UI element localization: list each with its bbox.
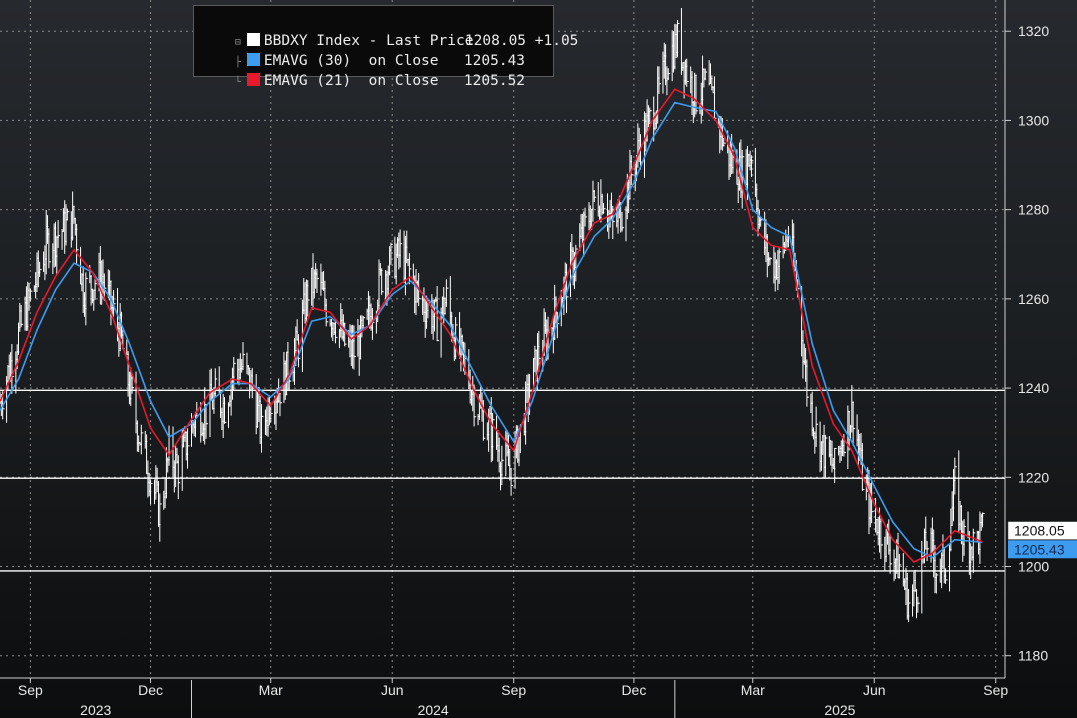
ema-line: [0, 88, 983, 563]
ema-line: [0, 101, 983, 559]
legend-label: EMAVG (21) on Close: [263, 73, 439, 89]
tree-branch-icon: └: [234, 77, 241, 88]
last-ema-label: 1205.43: [1008, 540, 1077, 559]
x-tick-label: Mar: [741, 682, 765, 698]
y-tick-label: 1180: [1018, 648, 1048, 664]
legend-change: +1.05: [534, 33, 579, 49]
x-tick-label: Jun: [381, 682, 404, 698]
chart: 1180 1200 1220 1240 1260 1280 1300 1320 Sep Dec Ma…: [0, 0, 1077, 718]
last-price-label: 1208.05: [1007, 521, 1077, 540]
x-tick-label: Mar: [259, 682, 283, 698]
y-tick-label: 1300: [1018, 112, 1049, 128]
x-tick-label: Sep: [983, 682, 1008, 698]
legend-swatch: [246, 73, 260, 86]
legend-value: 1205.52: [463, 73, 526, 89]
label-text: 1205.43: [1014, 541, 1065, 557]
legend-item-price: ⊟ BBDXY Index - Last Price1208.05 +1.05: [200, 11, 578, 49]
y-tick-label: 1200: [1018, 558, 1049, 574]
x-tick-label: Dec: [138, 682, 163, 698]
x-tick-label: Jun: [863, 682, 886, 698]
y-tick-label: 1240: [1018, 380, 1049, 396]
y-tick-label: 1320: [1018, 23, 1049, 39]
label-text: 1208.05: [1014, 523, 1065, 539]
last-value-labels: 1205.43 1208.05: [1007, 521, 1077, 559]
y-tick-label: 1220: [1018, 469, 1049, 485]
ema-series: [0, 88, 983, 563]
x-tick-label: Dec: [621, 682, 646, 698]
y-tick-label: 1280: [1018, 202, 1049, 218]
x-tick-label: Sep: [18, 682, 43, 698]
grid: [0, 0, 1005, 678]
x-tick-label: Sep: [501, 682, 526, 698]
y-tick-label: 1260: [1018, 291, 1049, 307]
legend-item-ema21: └ EMAVG (21) on Close 1205.52: [200, 51, 525, 89]
price-series: [0, 8, 985, 623]
legend-spacer: [526, 33, 535, 49]
year-label: 2025: [824, 702, 855, 718]
year-label: 2023: [80, 702, 111, 718]
legend: ⊟ BBDXY Index - Last Price1208.05 +1.05 ├…: [193, 5, 578, 89]
legend-item-ema30: ├ EMAVG (30) on Close 1205.43: [200, 31, 525, 69]
year-label: 2024: [418, 702, 449, 718]
axes: 1180 1200 1220 1240 1260 1280 1300 1320 Sep Dec Ma…: [0, 0, 1049, 718]
